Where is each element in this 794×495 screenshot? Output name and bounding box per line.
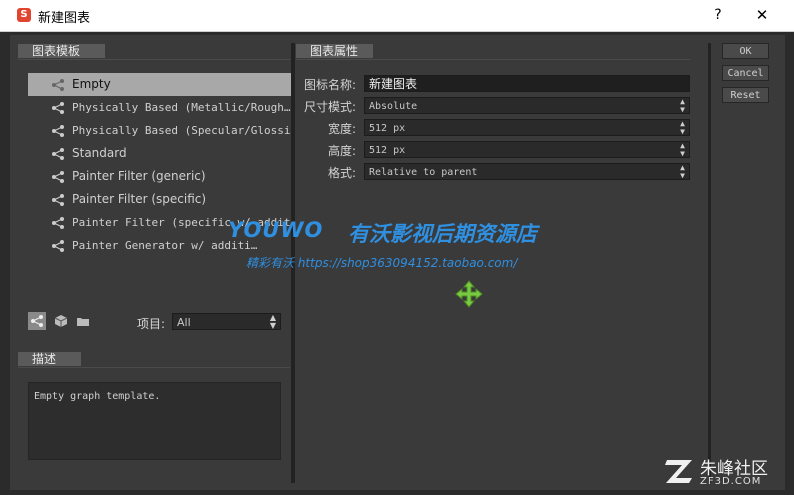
graph-icon: [51, 193, 65, 207]
help-button[interactable]: ?: [706, 5, 730, 25]
cube-icon: [54, 315, 68, 327]
corner-logo: 朱峰社区 ZF3D.COM: [660, 448, 794, 495]
height-select[interactable]: 512 px ▲ ▼: [364, 141, 690, 158]
window-title: 新建图表: [38, 11, 91, 26]
graph-name-label: 图标名称:: [303, 78, 356, 92]
graph-icon: [51, 101, 65, 115]
template-item-pbr-metallic[interactable]: Physically Based (Metallic/Rough…: [28, 96, 291, 119]
properties-divider: [296, 59, 690, 60]
spinner-arrows-icon: ▲ ▼: [680, 141, 685, 158]
app-icon: S: [17, 8, 31, 22]
folder-filter-button[interactable]: [74, 312, 92, 330]
spinner-arrows-icon: ▲ ▼: [269, 313, 276, 330]
graph-name-input[interactable]: 新建图表: [364, 75, 690, 92]
properties-header: 图表属性: [296, 44, 373, 58]
description-text: Empty graph template.: [28, 382, 281, 460]
templates-header: 图表模板: [18, 44, 105, 58]
format-value: Relative to parent: [369, 167, 478, 178]
height-label: 高度:: [327, 144, 356, 158]
graph-icon: [31, 315, 43, 327]
graph-filter-button[interactable]: [28, 312, 46, 330]
height-value: 512 px: [369, 145, 406, 156]
watermark-url: 精彩有沃 https://shop363094152.taobao.com/: [246, 256, 518, 270]
spinner-arrows-icon: ▲ ▼: [680, 97, 685, 114]
template-item-painter-generic[interactable]: Painter Filter (generic): [28, 165, 291, 188]
folder-icon: [77, 318, 89, 326]
watermark: YOUWO 有沃影视后期资源店 精彩有沃 https://shop3630941…: [228, 218, 573, 274]
move-cursor-icon: [455, 280, 483, 308]
template-label: Physically Based (Specular/Glossi…: [72, 124, 291, 137]
format-label: 格式:: [327, 166, 356, 180]
template-label: Painter Filter (specific): [72, 192, 207, 206]
graph-icon: [51, 170, 65, 184]
graph-icon: [51, 147, 65, 161]
description-divider: [18, 367, 290, 368]
spinner-arrows-icon: ▲ ▼: [680, 163, 685, 180]
close-button[interactable]: ✕: [750, 5, 774, 25]
width-select[interactable]: 512 px ▲ ▼: [364, 119, 690, 136]
project-filter-label: 项目:: [137, 317, 166, 331]
width-value: 512 px: [369, 123, 406, 134]
project-filter-value: All: [177, 316, 191, 329]
size-mode-value: Absolute: [369, 101, 418, 112]
watermark-brand: YOUWO: [228, 218, 324, 242]
graph-icon: [51, 124, 65, 138]
ok-button[interactable]: OK: [722, 43, 769, 59]
template-label: Physically Based (Metallic/Rough…: [72, 101, 291, 114]
cancel-button[interactable]: Cancel: [722, 65, 769, 81]
cube-filter-button[interactable]: [52, 312, 70, 330]
zf3d-logo-icon: [665, 460, 692, 483]
width-label: 宽度:: [327, 122, 356, 136]
project-filter-select[interactable]: All ▲ ▼: [172, 313, 281, 330]
title-bar: S 新建图表 ? ✕: [0, 0, 794, 32]
template-label: Painter Filter (generic): [72, 169, 206, 183]
graph-icon: [51, 78, 65, 92]
template-item-pbr-specular[interactable]: Physically Based (Specular/Glossi…: [28, 119, 291, 142]
corner-subtitle: ZF3D.COM: [700, 476, 762, 487]
spinner-arrows-icon: ▲ ▼: [680, 119, 685, 136]
watermark-slogan: 有沃影视后期资源店: [348, 222, 537, 246]
button-column-divider: [708, 43, 711, 483]
format-select[interactable]: Relative to parent ▲ ▼: [364, 163, 690, 180]
template-label: Standard: [72, 146, 127, 160]
template-item-painter-specific[interactable]: Painter Filter (specific): [28, 188, 291, 211]
size-mode-label: 尺寸模式:: [303, 100, 356, 114]
graph-icon: [51, 216, 65, 230]
templates-divider: [18, 59, 290, 60]
template-item-standard[interactable]: Standard: [28, 142, 291, 165]
template-label: Empty: [72, 77, 111, 91]
template-item-empty[interactable]: Empty: [28, 73, 291, 96]
description-header: 描述: [18, 352, 81, 366]
graph-icon: [51, 239, 65, 253]
size-mode-select[interactable]: Absolute ▲ ▼: [364, 97, 690, 114]
reset-button[interactable]: Reset: [722, 87, 769, 103]
